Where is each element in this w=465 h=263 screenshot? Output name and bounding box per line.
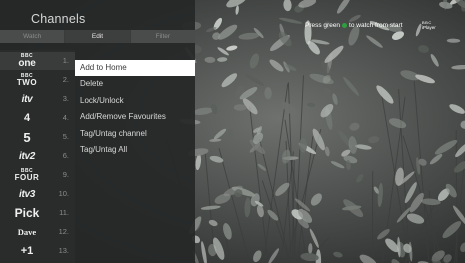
channel-row-dave[interactable]: Dave 12.	[0, 223, 75, 241]
channel4-plus1-logo: +1	[20, 245, 34, 257]
menu-item-lock-unlock[interactable]: Lock/Unlock	[75, 93, 195, 109]
channel-number: 2.	[62, 75, 69, 84]
channel-row-pick[interactable]: Pick 11.	[0, 204, 75, 222]
menu-item-tag-untag-channel[interactable]: Tag/Untag channel	[75, 126, 195, 142]
tab-edit[interactable]: Edit	[65, 30, 131, 43]
menu-item-delete[interactable]: Delete	[75, 76, 195, 92]
channel4-logo: 4	[23, 112, 31, 124]
channel-row-bbc-one[interactable]: BBC one 1.	[0, 52, 75, 70]
tab-filter[interactable]: Filter	[130, 30, 195, 43]
channel-row-itv[interactable]: itv 3.	[0, 90, 75, 108]
channel-row-channel4-plus1[interactable]: +1 13.	[0, 242, 75, 260]
channel-row-itv3[interactable]: itv3 10.	[0, 185, 75, 203]
bbc-iplayer-logo: BBC iPlayer	[422, 20, 436, 30]
channel-number: 10.	[58, 189, 69, 198]
tab-bar: Watch Edit Filter	[0, 30, 195, 43]
tab-watch[interactable]: Watch	[0, 30, 66, 43]
green-button-icon	[342, 23, 348, 28]
leaf-shape	[299, 137, 308, 153]
channel-number: 3.	[62, 94, 69, 103]
itv2-logo: itv2	[18, 150, 36, 162]
edit-menu: Add to Home Delete Lock/Unlock Add/Remov…	[75, 60, 195, 158]
bbc-two-logo: BBC TWO	[16, 72, 38, 87]
channel5-logo: 5	[23, 129, 31, 145]
channel-number: 1.	[62, 56, 69, 65]
hint-text-before: Press green	[305, 22, 341, 29]
channel-list: BBC one 1. BBC TWO 2. itv 3. 4 4. 5 5. i…	[0, 50, 75, 263]
channel-number: 12.	[58, 227, 69, 236]
hint-text-after: to watch from start	[349, 22, 403, 29]
channel-number: 5.	[62, 132, 69, 141]
channel-row-channel4[interactable]: 4 4.	[0, 109, 75, 127]
itv-logo: itv	[21, 93, 33, 105]
menu-item-add-remove-favourites[interactable]: Add/Remove Favourites	[75, 109, 195, 125]
bbc-four-logo: BBC FOUR	[14, 167, 40, 182]
itv3-logo: itv3	[18, 188, 36, 200]
channel-row-channel5[interactable]: 5 5.	[0, 128, 75, 146]
menu-item-tag-untag-all[interactable]: Tag/Untag All	[75, 142, 195, 158]
panel-title: Channels	[31, 12, 86, 26]
tv-screen: Channels Watch Edit Filter BBC one 1. BB…	[0, 0, 465, 263]
pick-logo: Pick	[14, 206, 40, 220]
channel-row-bbc-two[interactable]: BBC TWO 2.	[0, 71, 75, 89]
dave-logo: Dave	[17, 227, 37, 237]
bbc-one-logo: BBC one	[18, 52, 36, 69]
channel-number: 9.	[62, 170, 69, 179]
watch-from-start-hint: Press green to watch from start	[305, 22, 403, 29]
channel-row-itv2[interactable]: itv2 6.	[0, 147, 75, 165]
channels-panel: Channels Watch Edit Filter BBC one 1. BB…	[0, 0, 195, 263]
menu-item-add-to-home[interactable]: Add to Home	[75, 60, 195, 77]
channel-number: 6.	[62, 151, 69, 160]
channel-row-bbc-four[interactable]: BBC FOUR 9.	[0, 166, 75, 184]
channel-number: 4.	[62, 113, 69, 122]
channel-number: 11.	[59, 208, 69, 217]
channel-number: 13.	[58, 246, 69, 255]
